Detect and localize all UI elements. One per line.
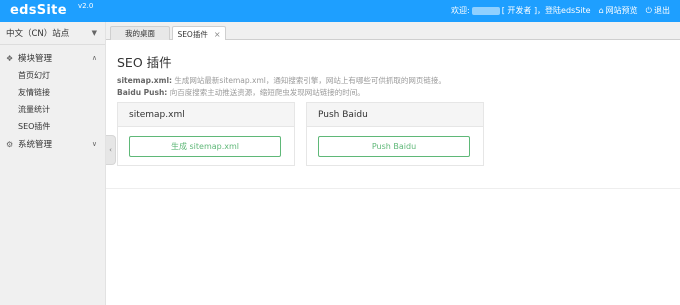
push-baidu-button[interactable]: Push Baidu <box>318 136 470 157</box>
header-right: 欢迎: [ 开发者 ]，登陆edsSite ⌂ 网站预览 ⏻ 退出 <box>451 5 670 16</box>
site-preview-link[interactable]: ⌂ 网站预览 <box>599 5 638 16</box>
logout-link[interactable]: ⏻ 退出 <box>646 5 670 16</box>
welcome-text: 欢迎: [ 开发者 ]，登陆edsSite <box>451 5 591 16</box>
site-selector[interactable]: 中文（CN）站点 ▼ <box>0 22 105 45</box>
top-header: edsSite v2.0 欢迎: [ 开发者 ]，登陆edsSite ⌂ 网站预览… <box>0 0 680 22</box>
main-content: SEO 插件 sitemap.xml: 生成网站最新sitemap.xml，通知… <box>106 40 680 305</box>
site-selector-label: 中文（CN）站点 <box>6 29 70 39</box>
desc-baidu-text: 向百度搜索主动推送资源，缩短爬虫发现网站链接的时间。 <box>167 88 365 97</box>
chevron-left-icon: ‹ <box>109 146 112 154</box>
desc-sitemap: sitemap.xml: 生成网站最新sitemap.xml，通知搜索引擎，网站… <box>117 75 446 87</box>
sidebar-item-stats[interactable]: 流量统计 <box>0 101 105 118</box>
desc-sitemap-key: sitemap.xml: <box>117 76 173 85</box>
card-title: sitemap.xml <box>118 103 294 127</box>
logout-label: 退出 <box>654 6 670 15</box>
card-title: Push Baidu <box>307 103 483 127</box>
close-icon[interactable]: × <box>214 30 221 39</box>
home-icon: ⌂ <box>598 6 604 15</box>
desc-baidu: Baidu Push: 向百度搜索主动推送资源，缩短爬虫发现网站链接的时间。 <box>117 87 446 99</box>
sidebar-item-seo[interactable]: SEO插件 <box>0 118 105 135</box>
sidebar-group-label: 模块管理 <box>18 54 53 64</box>
page-title: SEO 插件 <box>117 55 172 70</box>
app-logo[interactable]: edsSite <box>10 3 67 18</box>
sidebar-group-label: 系统管理 <box>18 140 53 150</box>
desc-sitemap-text: 生成网站最新sitemap.xml，通知搜索引擎，网站上有哪些可供抓取的网页链接… <box>172 76 446 85</box>
welcome-prefix: 欢迎: <box>451 6 470 15</box>
push-baidu-card: Push Baidu Push Baidu <box>306 102 484 166</box>
sidebar-item-slides[interactable]: 首页幻灯 <box>0 67 105 84</box>
sidebar-item-links[interactable]: 友情链接 <box>0 84 105 101</box>
tab-label: SEO插件 <box>177 29 208 39</box>
sidebar-group-module[interactable]: ❖ 模块管理 ∧ <box>0 49 105 67</box>
generate-sitemap-button[interactable]: 生成 sitemap.xml <box>129 136 281 157</box>
welcome-suffix: [ 开发者 ]，登陆edsSite <box>501 6 591 15</box>
power-icon: ⏻ <box>645 5 652 15</box>
sidebar: 中文（CN）站点 ▼ ❖ 模块管理 ∧ 首页幻灯 友情链接 流量统计 SEO插件… <box>0 22 106 305</box>
sitemap-card: sitemap.xml 生成 sitemap.xml <box>117 102 295 166</box>
tab-label: 我的桌面 <box>125 29 155 38</box>
sidebar-collapse-toggle[interactable]: ‹ <box>106 135 116 165</box>
desc-baidu-key: Baidu Push: <box>117 88 168 97</box>
sidebar-group-system[interactable]: ⚙ 系统管理 ∨ <box>0 135 105 153</box>
user-name-blurred <box>471 6 500 15</box>
tab-seo[interactable]: SEO插件 × <box>172 26 226 41</box>
tab-bar: 我的桌面 SEO插件 × <box>106 22 680 41</box>
site-preview-label: 网站预览 <box>605 6 638 15</box>
gear-icon: ⚙ <box>6 139 14 149</box>
chevron-down-icon: ▼ <box>91 29 97 37</box>
module-icon: ❖ <box>6 53 14 63</box>
tab-desktop[interactable]: 我的桌面 <box>110 26 170 40</box>
chevron-up-icon: ∧ <box>91 54 97 62</box>
app-version: v2.0 <box>78 2 94 10</box>
page-description: sitemap.xml: 生成网站最新sitemap.xml，通知搜索引擎，网站… <box>117 75 446 99</box>
divider <box>106 188 680 189</box>
chevron-down-icon: ∨ <box>91 140 97 148</box>
